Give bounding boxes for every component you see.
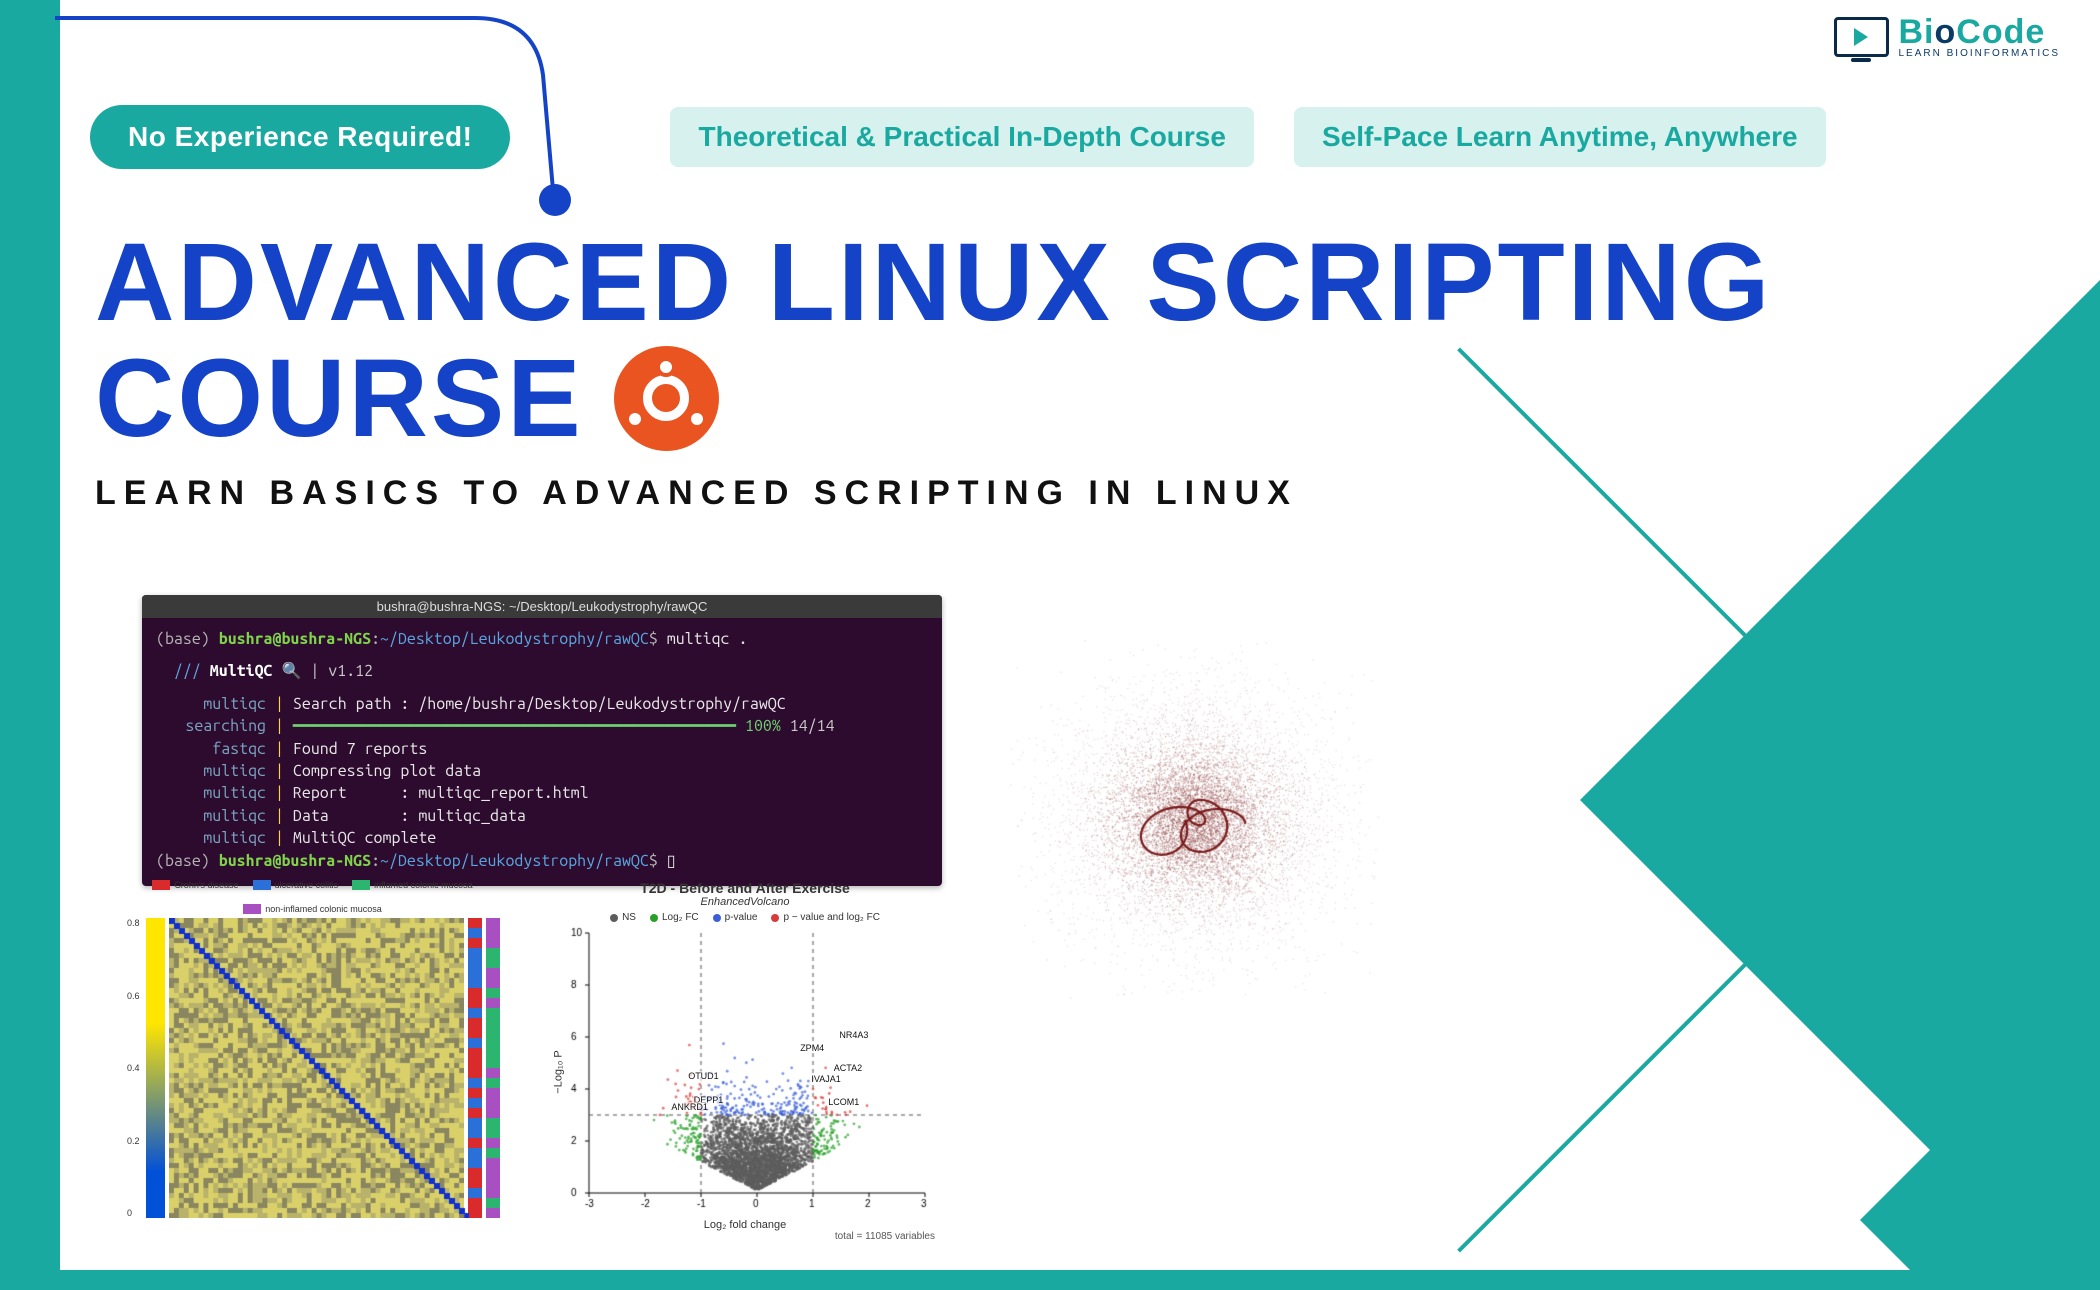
terminal-titlebar: bushra@bushra-NGS: ~/Desktop/Leukodystro… <box>142 595 942 618</box>
volcano-annotation: ANKRD1 <box>670 1102 709 1112</box>
heatmap-row-annot-a <box>468 918 482 1218</box>
logo-monitor-icon <box>1834 17 1889 57</box>
course-title-line2: COURSE <box>95 341 584 457</box>
volcano-annotation: ZPM4 <box>799 1043 825 1053</box>
heatmap-colorbar <box>146 918 166 1218</box>
terminal-line: multiqc | Compressing plot data <box>156 760 928 782</box>
heatmap-row-annot-b <box>486 918 500 1218</box>
terminal-screenshot: bushra@bushra-NGS: ~/Desktop/Leukodystro… <box>142 595 942 886</box>
volcano-plot-area: −Log₁₀ P OTUD1DEPP1ANKRD1ZPM4NR4A3ACTA2I… <box>555 927 935 1217</box>
heatmap-body <box>169 918 464 1218</box>
heatmap-canvas <box>169 918 464 1218</box>
scale-tick: 0.8 <box>127 918 140 928</box>
terminal-prompt-2: (base) bushra@bushra-NGS:~/Desktop/Leuko… <box>156 850 928 872</box>
terminal-body: (base) bushra@bushra-NGS:~/Desktop/Leuko… <box>142 618 942 886</box>
brand-name: BioCode <box>1899 15 2061 49</box>
volcano-xlabel: Log₂ fold change <box>545 1219 945 1231</box>
heatmap-figure: Crohn's disease ulcerative colitis inflame… <box>125 880 500 1218</box>
course-promo-card: BioCode LEARN BIOINFORMATICS No Experien… <box>0 0 2100 1290</box>
terminal-brand: /// MultiQC 🔍 | v1.12 <box>156 660 928 682</box>
course-subtitle: LEARN BASICS TO ADVANCED SCRIPTING IN LI… <box>95 474 1772 513</box>
brand-logo: BioCode LEARN BIOINFORMATICS <box>1834 15 2061 59</box>
course-title-line1: ADVANCED LINUX SCRIPTING <box>95 225 1772 341</box>
scale-tick: 0 <box>127 1208 140 1218</box>
decor-left-bar <box>0 0 60 1290</box>
volcano-annotation: NR4A3 <box>838 1030 869 1040</box>
heatmap-legend-item: Crohn's disease <box>152 880 238 890</box>
volcano-annotation: IVAJA1 <box>810 1074 841 1084</box>
ubuntu-icon <box>614 346 719 451</box>
heatmap-legend-item: inflamed colonic mucosa <box>352 880 473 890</box>
scale-tick: 0.6 <box>127 991 140 1001</box>
play-icon <box>1854 28 1868 46</box>
terminal-line: searching | ━━━━━━━━━━━━━━━━━━━━━━━━━━━━… <box>156 715 928 737</box>
heatmap-legend: Crohn's disease ulcerative colitis inflame… <box>125 880 500 914</box>
volcano-total: total = 11085 variables <box>545 1231 945 1242</box>
volcano-figure: T2D - Before and After Exercise Enhanced… <box>545 880 945 1242</box>
course-title-block: ADVANCED LINUX SCRIPTING COURSE LEARN BA… <box>95 225 1772 513</box>
terminal-line: multiqc | Data : multiqc_data <box>156 805 928 827</box>
badge-self-pace: Self-Pace Learn Anytime, Anywhere <box>1294 107 1826 167</box>
volcano-annotation: OTUD1 <box>687 1071 720 1081</box>
terminal-line: multiqc | Report : multiqc_report.html <box>156 782 928 804</box>
terminal-line: multiqc | Search path : /home/bushra/Des… <box>156 693 928 715</box>
volcano-annotation: LCOM1 <box>827 1097 860 1107</box>
scale-tick: 0.4 <box>127 1063 140 1073</box>
volcano-canvas <box>555 927 935 1217</box>
terminal-line: fastqc | Found 7 reports <box>156 738 928 760</box>
scale-tick: 0.2 <box>127 1136 140 1146</box>
protein-canvas <box>1010 640 1380 1000</box>
volcano-legend-item: NS <box>610 912 636 923</box>
volcano-legend-item: Log₂ FC <box>650 912 699 923</box>
volcano-annotation: ACTA2 <box>833 1063 863 1073</box>
volcano-title: T2D - Before and After Exercise <box>545 880 945 896</box>
heatmap-scale-ticks: 0.8 0.6 0.4 0.2 0 <box>125 918 142 1218</box>
badge-no-experience: No Experience Required! <box>90 105 510 169</box>
protein-figure <box>1010 640 1380 1000</box>
decor-triangle-small <box>1860 940 2100 1290</box>
volcano-legend: NS Log₂ FC p-value p − value and log₂ FC <box>545 912 945 923</box>
volcano-legend-item: p − value and log₂ FC <box>771 912 879 923</box>
heatmap-legend-item: non-inflamed colonic mucosa <box>243 904 382 914</box>
terminal-prompt-1: (base) bushra@bushra-NGS:~/Desktop/Leuko… <box>156 628 928 650</box>
badge-row: No Experience Required! Theoretical & Pr… <box>90 105 1826 169</box>
terminal-line: multiqc | MultiQC complete <box>156 827 928 849</box>
volcano-legend-item: p-value <box>713 912 758 923</box>
volcano-subtitle: EnhancedVolcano <box>545 896 945 908</box>
brand-tagline: LEARN BIOINFORMATICS <box>1899 49 2061 59</box>
heatmap-legend-item: ulcerative colitis <box>253 880 339 890</box>
volcano-ylabel: −Log₁₀ P <box>553 1050 565 1093</box>
badge-theoretical: Theoretical & Practical In-Depth Course <box>670 107 1253 167</box>
